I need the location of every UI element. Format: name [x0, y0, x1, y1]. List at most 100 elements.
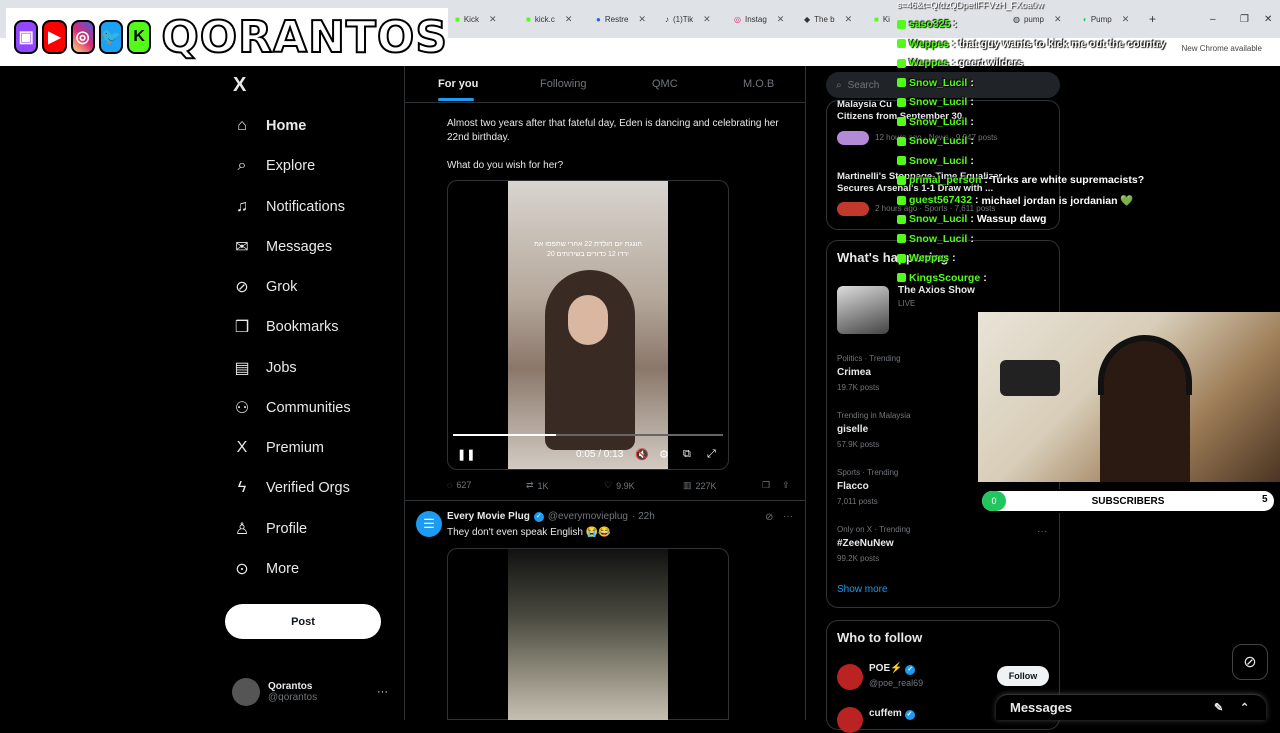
- video-frame[interactable]: [508, 549, 668, 720]
- chat-username[interactable]: Snow_Lucil: [909, 213, 967, 225]
- nav-premium[interactable]: X Premium: [232, 433, 324, 463]
- chat-message: Weppes: geert wilders: [897, 57, 1023, 69]
- suggestion-name[interactable]: POE⚡ ✓: [869, 663, 916, 675]
- repost-button[interactable]: ⇄ 1K: [526, 480, 549, 491]
- trend-name[interactable]: giselle: [837, 424, 868, 435]
- show-more-link[interactable]: Show more: [837, 584, 888, 595]
- trend-count: 99.2K posts: [837, 554, 880, 563]
- chat-username[interactable]: KingsScourge: [909, 272, 980, 284]
- nav-more[interactable]: ⊙ More: [232, 554, 299, 584]
- chat-username[interactable]: Snow_Lucil: [909, 155, 967, 167]
- nav-jobs[interactable]: ▤ Jobs: [232, 353, 296, 383]
- close-icon[interactable]: ✕: [489, 14, 497, 25]
- suggestion-name[interactable]: cuffem ✓: [869, 708, 915, 720]
- browser-tab[interactable]: ■ Kick ✕: [455, 8, 497, 30]
- browser-tab[interactable]: ■ kick.c ✕: [526, 8, 572, 30]
- messages-drawer[interactable]: Messages ✎ ⌃: [996, 694, 1266, 720]
- nav-explore[interactable]: ⌕ Explore: [232, 151, 316, 181]
- kick-badge-icon: [897, 136, 906, 146]
- tab-following[interactable]: Following: [540, 78, 586, 90]
- author-name[interactable]: Every Movie Plug: [447, 511, 530, 522]
- settings-icon[interactable]: ⚙: [659, 448, 669, 461]
- tab-for-you[interactable]: For you: [438, 78, 478, 90]
- close-icon[interactable]: ✕: [777, 14, 785, 25]
- divider: [404, 500, 806, 501]
- nav-notifications[interactable]: ♫ Notifications: [232, 192, 345, 222]
- compose-message-icon[interactable]: ✎: [1214, 701, 1223, 714]
- share-button[interactable]: ⇪: [782, 480, 790, 491]
- new-tab-button[interactable]: +: [1149, 8, 1156, 30]
- author-handle[interactable]: @everymovieplug: [548, 511, 628, 522]
- browser-tab[interactable]: ◖ Pump ✕: [1082, 8, 1129, 30]
- more-icon[interactable]: ···: [1037, 526, 1047, 537]
- live-show-title[interactable]: The Axios Show: [898, 285, 975, 296]
- chevron-up-icon[interactable]: ⌃: [1240, 701, 1249, 714]
- close-icon[interactable]: ✕: [565, 14, 573, 25]
- window-close-icon[interactable]: ✕: [1264, 8, 1272, 30]
- trend-name[interactable]: #ZeeNuNew: [837, 538, 894, 549]
- pip-icon[interactable]: ⧉: [683, 448, 691, 461]
- chat-username[interactable]: guest567432: [909, 194, 972, 206]
- fullscreen-icon[interactable]: ⤢: [707, 448, 716, 461]
- trend-meta: Politics · Trending: [837, 354, 901, 363]
- browser-tab[interactable]: ◎ Instag ✕: [734, 8, 784, 30]
- chrome-update-badge[interactable]: New Chrome available: [1182, 44, 1262, 53]
- nav-home[interactable]: ⌂ Home: [232, 111, 306, 141]
- chat-username[interactable]: Snow_Lucil: [909, 233, 967, 245]
- tweet-time[interactable]: · 22h: [632, 511, 655, 522]
- like-button[interactable]: ♡ 9.9K: [604, 480, 635, 491]
- grok-icon: ⊘: [235, 279, 249, 296]
- post-button[interactable]: Post: [225, 604, 381, 639]
- nav-verified-orgs[interactable]: ϟ Verified Orgs: [232, 473, 350, 503]
- close-icon[interactable]: ✕: [638, 14, 646, 25]
- browser-tab[interactable]: ♪ (1)Tik ✕: [665, 8, 711, 30]
- grok-icon[interactable]: ⊘: [1232, 644, 1268, 680]
- browser-tab[interactable]: ● Restre ✕: [596, 8, 646, 30]
- follow-button[interactable]: Follow: [997, 666, 1049, 686]
- chat-username[interactable]: Snow_Lucil: [909, 116, 967, 128]
- close-icon[interactable]: ✕: [845, 14, 853, 25]
- maximize-icon[interactable]: ❐: [1240, 8, 1249, 30]
- tab-mob[interactable]: M.O.B: [743, 78, 774, 90]
- live-thumbnail[interactable]: [837, 286, 889, 334]
- nav-messages[interactable]: ✉ Messages: [232, 232, 332, 262]
- views-button[interactable]: ▥ 227K: [683, 480, 717, 491]
- account-menu-icon[interactable]: ···: [377, 686, 388, 698]
- avatar[interactable]: [837, 664, 863, 690]
- bookmark-button[interactable]: ❒: [762, 480, 770, 491]
- minimize-icon[interactable]: –: [1210, 8, 1216, 30]
- verified-icon: ✓: [905, 665, 916, 675]
- grok-icon[interactable]: ⊘: [765, 512, 773, 523]
- nav-profile[interactable]: ♙ Profile: [232, 514, 307, 544]
- tiktok-icon: ♪: [665, 14, 669, 24]
- chat-username[interactable]: Weppes: [909, 38, 949, 50]
- close-icon[interactable]: ✕: [703, 14, 711, 25]
- chat-username[interactable]: Weppes: [909, 57, 949, 69]
- x-logo-icon[interactable]: X: [233, 74, 246, 97]
- chat-username[interactable]: Snow_Lucil: [909, 135, 967, 147]
- avatar[interactable]: [837, 707, 863, 733]
- chat-message: guest567432: michael jordan is jordanian …: [897, 194, 1134, 207]
- mute-icon[interactable]: 🔇: [635, 448, 649, 461]
- chat-username[interactable]: Snow_Lucil: [909, 96, 967, 108]
- account-switcher[interactable]: Qorantos @qorantos: [232, 678, 317, 706]
- chat-username[interactable]: primal_person: [909, 174, 981, 186]
- nav-grok[interactable]: ⊘ Grok: [232, 272, 297, 302]
- more-icon[interactable]: ···: [783, 511, 793, 522]
- nav-communities[interactable]: ⚇ Communities: [232, 393, 351, 423]
- chat-username[interactable]: Weppes: [909, 252, 949, 264]
- close-icon[interactable]: ✕: [1054, 14, 1062, 25]
- chat-username[interactable]: Snow_Lucil: [909, 77, 967, 89]
- browser-tab[interactable]: ◆ The b ✕: [804, 8, 852, 30]
- nav-bookmarks[interactable]: ❒ Bookmarks: [232, 312, 339, 342]
- avatar[interactable]: ☰: [416, 511, 442, 537]
- tab-qmc[interactable]: QMC: [652, 78, 678, 90]
- reply-button[interactable]: ◌ 627: [447, 480, 471, 490]
- close-icon[interactable]: ✕: [1122, 14, 1130, 25]
- trend-name[interactable]: Crimea: [837, 367, 871, 378]
- trend-name[interactable]: Flacco: [837, 481, 869, 492]
- browser-tab[interactable]: ◍ pump ✕: [1013, 8, 1062, 30]
- browser-tab[interactable]: ■ Ki: [874, 8, 890, 30]
- chat-username[interactable]: saso325: [909, 18, 950, 30]
- pause-icon[interactable]: ❚❚: [457, 448, 475, 461]
